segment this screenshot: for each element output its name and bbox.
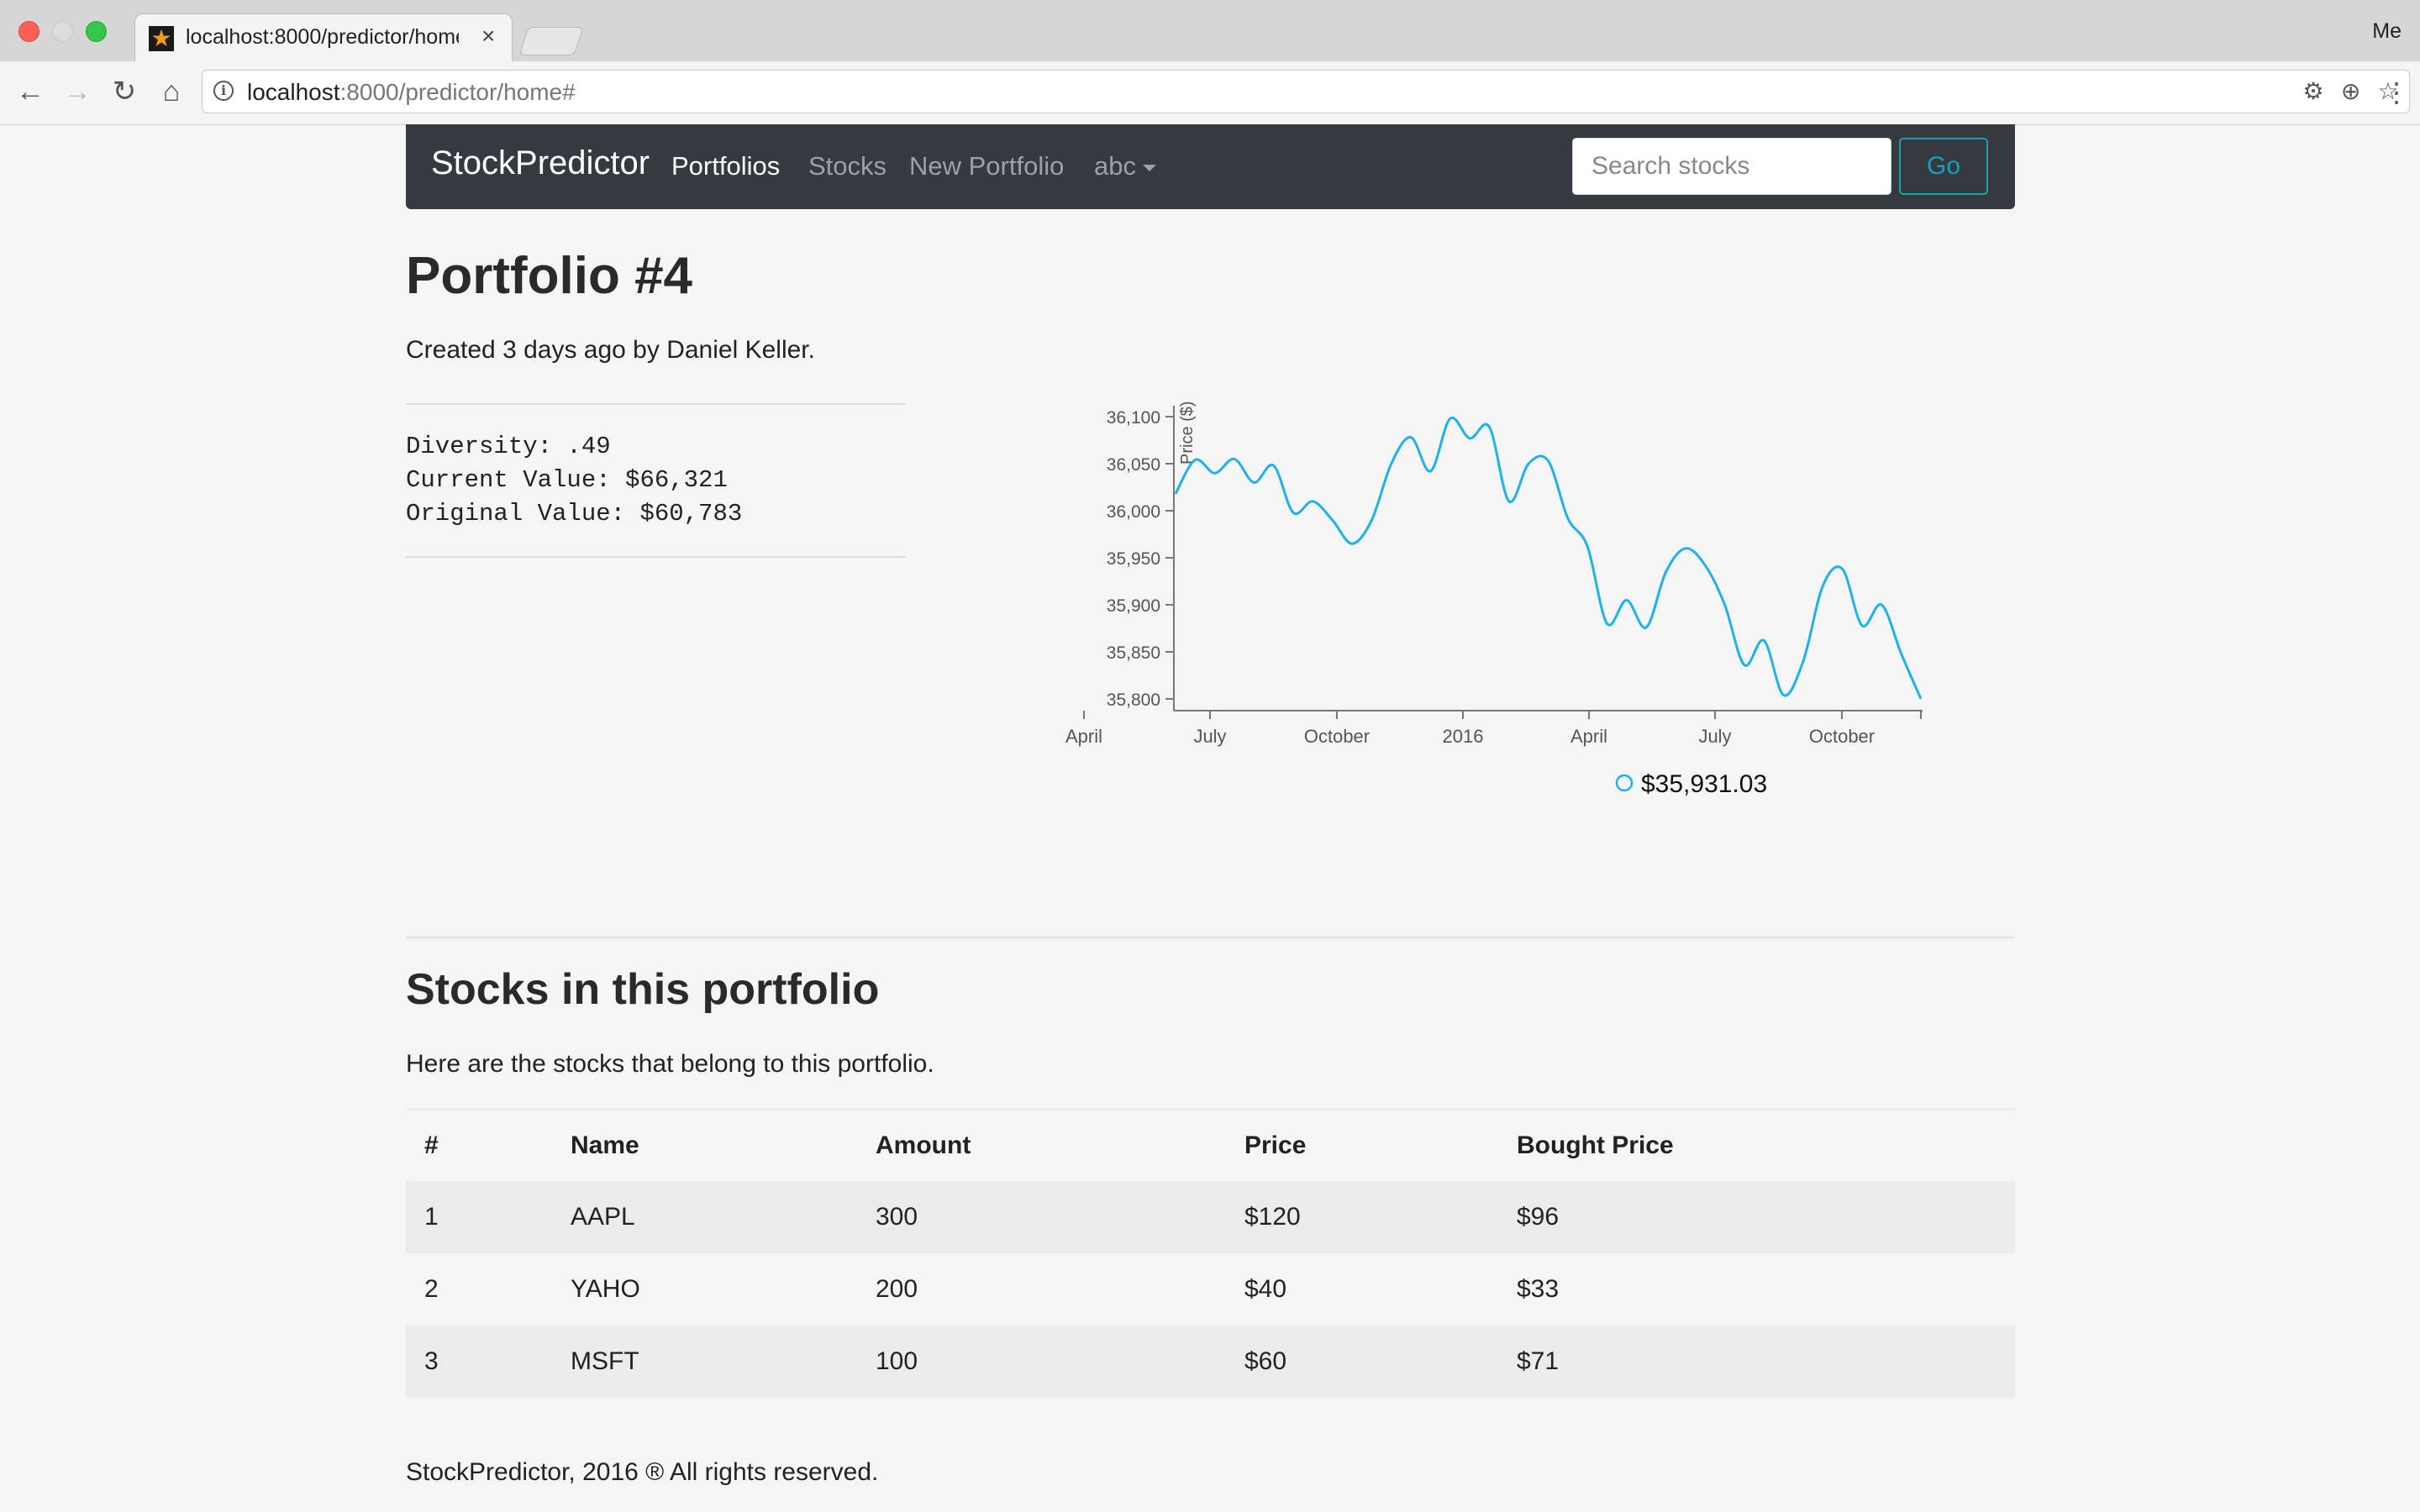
reload-icon[interactable]: ↻	[108, 75, 141, 108]
price-line	[1174, 416, 1923, 700]
search-input[interactable]	[1572, 138, 1891, 195]
home-icon[interactable]: ⌂	[155, 75, 188, 108]
extension-icon[interactable]: ⚙	[2299, 77, 2328, 106]
url-host: localhost	[247, 79, 340, 105]
price-chart[interactable]: 35,800 35,850 35,900 35,950 36,000 36,050 36,1…	[958, 402, 1933, 897]
column-header: #	[424, 1131, 439, 1159]
table-cell: $120	[1244, 1203, 1301, 1231]
x-tick-label: April	[1065, 726, 1102, 747]
table-cell: $96	[1517, 1203, 1560, 1231]
site-info-icon[interactable]: i	[213, 81, 234, 101]
browser-tab[interactable]: ★ localhost:8000/predictor/home# ×	[134, 13, 513, 61]
column-header: Bought Price	[1517, 1131, 1674, 1159]
x-tick-label: July	[1698, 726, 1731, 747]
tab-close-icon[interactable]: ×	[481, 23, 495, 50]
browser-menu-icon[interactable]: ⋮	[2383, 76, 2410, 108]
window-close-button[interactable]	[18, 21, 39, 42]
diversity-stat: Diversity: .49	[406, 433, 611, 460]
y-tick-label: 36,000	[1107, 502, 1160, 522]
table-cell: 100	[876, 1347, 918, 1375]
site-navbar: StockPredictor Portfolios Stocks New Por…	[406, 124, 2015, 209]
x-tick-label: October	[1304, 726, 1370, 747]
table-cell: $40	[1244, 1275, 1287, 1303]
nav-user-dropdown[interactable]: abc	[1094, 151, 1156, 181]
column-header: Price	[1244, 1131, 1307, 1159]
table-cell: $33	[1517, 1275, 1560, 1303]
table-row[interactable]: 2 YAHO 200 $40 $33	[406, 1253, 2015, 1326]
column-header: Amount	[876, 1131, 971, 1159]
address-bar[interactable]: i localhost:8000/predictor/home# ⚙ ⊕ ☆	[202, 70, 2410, 113]
x-tick-label: July	[1193, 726, 1226, 747]
zoom-icon[interactable]: ⊕	[2337, 77, 2365, 106]
back-icon[interactable]: ←	[13, 75, 47, 108]
y-axis-label: Price ($)	[1178, 402, 1197, 465]
caret-down-icon	[1142, 164, 1156, 171]
y-tick-label: 35,950	[1107, 549, 1160, 569]
nav-stocks[interactable]: Stocks	[808, 151, 886, 181]
stocks-table: # Name Amount Price Bought Price 1 AAPL …	[406, 1109, 2015, 1398]
tab-title: localhost:8000/predictor/home#	[186, 25, 459, 49]
forward-icon[interactable]: →	[60, 75, 94, 108]
table-row[interactable]: 1 AAPL 300 $120 $96	[406, 1181, 2015, 1253]
profile-label[interactable]: Me	[2372, 19, 2402, 44]
y-tick-label: 36,100	[1107, 408, 1160, 428]
tooltip-value: $35,931.03	[1641, 770, 1767, 798]
nav-portfolios[interactable]: Portfolios	[671, 151, 780, 181]
url-text[interactable]: localhost:8000/predictor/home#	[247, 79, 576, 106]
table-cell: 2	[424, 1275, 439, 1303]
table-cell: AAPL	[571, 1203, 635, 1231]
table-cell: 300	[876, 1203, 918, 1231]
nav-new-portfolio[interactable]: New Portfolio	[909, 151, 1064, 181]
table-row[interactable]: 3 MSFT 100 $60 $71	[406, 1326, 2015, 1398]
x-tick-label: October	[1809, 726, 1875, 747]
section-title: Stocks in this portfolio	[406, 965, 880, 1014]
portfolio-stats: Diversity: .49 Current Value: $66,321 Or…	[406, 403, 906, 558]
page-title: Portfolio #4	[406, 247, 693, 305]
table-cell: 1	[424, 1203, 439, 1231]
table-cell: $60	[1244, 1347, 1287, 1375]
footer-text: StockPredictor, 2016 ® All rights reserv…	[406, 1458, 879, 1486]
section-description: Here are the stocks that belong to this …	[406, 1050, 934, 1078]
url-path: :8000/predictor/home#	[339, 79, 576, 105]
created-by-text: Created 3 days ago by Daniel Keller.	[406, 336, 815, 364]
window-maximize-button[interactable]	[86, 21, 107, 42]
x-tick-label: 2016	[1443, 726, 1484, 747]
y-tick-label: 35,900	[1107, 596, 1160, 616]
table-cell: MSFT	[571, 1347, 639, 1375]
column-header: Name	[571, 1131, 639, 1159]
window-minimize-button[interactable]	[52, 21, 73, 42]
table-cell: $71	[1517, 1347, 1560, 1375]
x-tick-label: April	[1570, 726, 1607, 747]
browser-toolbar: ← → ↻ ⌂ i localhost:8000/predictor/home#…	[0, 61, 2420, 125]
brand-link[interactable]: StockPredictor	[431, 144, 650, 182]
new-tab-button[interactable]	[518, 27, 584, 55]
table-header-row: # Name Amount Price Bought Price	[406, 1110, 2015, 1182]
table-cell: YAHO	[571, 1275, 640, 1303]
y-tick-label: 36,050	[1107, 455, 1160, 475]
original-value-stat: Original Value: $60,783	[406, 500, 743, 528]
section-divider	[406, 937, 2015, 938]
y-tick-label: 35,800	[1107, 690, 1160, 710]
chart-axes: 35,800 35,850 35,900 35,950 36,000 36,050 36,1…	[1065, 402, 1923, 747]
favicon-icon: ★	[149, 26, 174, 51]
browser-tab-bar: ★ localhost:8000/predictor/home# × Me	[0, 0, 2420, 61]
tooltip-marker	[1615, 774, 1634, 792]
y-tick-label: 35,850	[1107, 643, 1160, 663]
table-cell: 3	[424, 1347, 439, 1375]
search-go-button[interactable]: Go	[1899, 138, 1988, 195]
table-cell: 200	[876, 1275, 918, 1303]
page-content: StockPredictor Portfolios Stocks New Por…	[0, 124, 2420, 1512]
current-value-stat: Current Value: $66,321	[406, 466, 728, 494]
user-label: abc	[1094, 151, 1136, 181]
